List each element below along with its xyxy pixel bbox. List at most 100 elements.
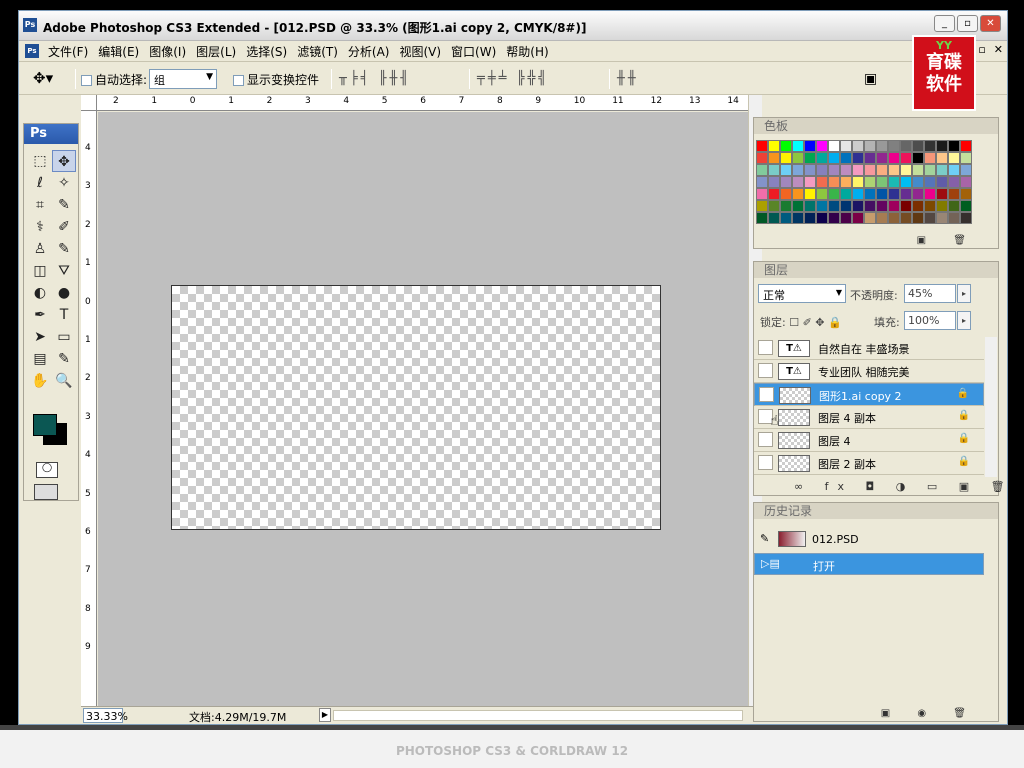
color-swatch[interactable] bbox=[840, 164, 852, 176]
color-swatch[interactable] bbox=[756, 164, 768, 176]
opacity-input[interactable]: 45% ▸ bbox=[904, 284, 971, 303]
color-swatch[interactable] bbox=[960, 164, 972, 176]
eraser-icon[interactable]: ◫ bbox=[28, 260, 52, 282]
color-swatch[interactable] bbox=[816, 200, 828, 212]
color-swatch[interactable] bbox=[864, 188, 876, 200]
stamp-icon[interactable]: ♙ bbox=[28, 238, 52, 260]
color-swatch[interactable] bbox=[780, 152, 792, 164]
color-swatch[interactable] bbox=[888, 188, 900, 200]
color-swatch[interactable] bbox=[804, 188, 816, 200]
dodge-icon[interactable]: ● bbox=[52, 282, 76, 304]
color-swatch[interactable] bbox=[768, 152, 780, 164]
fill-arrow-icon[interactable]: ▸ bbox=[957, 311, 971, 330]
bucket-icon[interactable]: ⛛ bbox=[52, 260, 76, 282]
color-swatch[interactable] bbox=[828, 188, 840, 200]
color-swatch[interactable] bbox=[780, 164, 792, 176]
color-swatch[interactable] bbox=[828, 200, 840, 212]
color-swatch[interactable] bbox=[840, 188, 852, 200]
color-swatch[interactable] bbox=[840, 152, 852, 164]
color-swatch[interactable] bbox=[792, 164, 804, 176]
brush-icon[interactable]: ✐ bbox=[52, 216, 76, 238]
color-swatch[interactable] bbox=[852, 152, 864, 164]
swatches-tab[interactable]: 色板 bbox=[754, 118, 998, 134]
marquee-icon[interactable]: ⬚ bbox=[28, 150, 52, 172]
color-swatch[interactable] bbox=[900, 188, 912, 200]
color-swatch[interactable] bbox=[876, 188, 888, 200]
color-swatch[interactable] bbox=[924, 152, 936, 164]
quick-mask-icon[interactable]: ◯ bbox=[36, 462, 58, 478]
color-swatch[interactable] bbox=[756, 212, 768, 224]
color-swatch[interactable] bbox=[888, 152, 900, 164]
color-swatch[interactable] bbox=[828, 176, 840, 188]
canvas-area[interactable] bbox=[98, 112, 748, 706]
color-swatch[interactable] bbox=[828, 164, 840, 176]
color-swatch[interactable] bbox=[924, 212, 936, 224]
color-swatch[interactable] bbox=[804, 176, 816, 188]
color-swatch[interactable] bbox=[756, 176, 768, 188]
color-swatch[interactable] bbox=[960, 152, 972, 164]
color-swatch[interactable] bbox=[900, 212, 912, 224]
close-button[interactable]: ✕ bbox=[980, 15, 1001, 32]
layer-row[interactable]: 图层 4 🔒 bbox=[754, 429, 984, 452]
menu-window[interactable]: 窗口(W) bbox=[446, 43, 501, 60]
color-swatch[interactable] bbox=[816, 212, 828, 224]
color-swatch[interactable] bbox=[900, 164, 912, 176]
history-footer-icons[interactable]: ▣ ◉ 🗑 bbox=[881, 708, 978, 719]
color-swatch[interactable] bbox=[900, 176, 912, 188]
color-swatch[interactable] bbox=[960, 176, 972, 188]
menu-help[interactable]: 帮助(H) bbox=[501, 43, 553, 60]
color-swatch[interactable] bbox=[936, 200, 948, 212]
color-swatch[interactable] bbox=[792, 188, 804, 200]
color-swatch[interactable] bbox=[912, 164, 924, 176]
color-swatch[interactable] bbox=[792, 200, 804, 212]
layers-tab[interactable]: 图层 bbox=[754, 262, 998, 278]
color-swatch[interactable] bbox=[924, 140, 936, 152]
menu-image[interactable]: 图像(I) bbox=[144, 43, 191, 60]
swatches-footer-icons[interactable]: ▣ 🗑 bbox=[917, 235, 978, 246]
document-canvas[interactable] bbox=[171, 285, 661, 530]
color-swatch[interactable] bbox=[912, 200, 924, 212]
color-swatch[interactable] bbox=[840, 200, 852, 212]
color-swatch[interactable] bbox=[900, 152, 912, 164]
color-swatch[interactable] bbox=[888, 200, 900, 212]
color-swatch[interactable] bbox=[840, 212, 852, 224]
color-swatch[interactable] bbox=[804, 152, 816, 164]
color-swatch[interactable] bbox=[864, 140, 876, 152]
foreground-color[interactable] bbox=[33, 414, 57, 436]
color-swatch[interactable] bbox=[948, 188, 960, 200]
auto-align-icon[interactable]: ╫╫ bbox=[617, 71, 639, 86]
color-swatch[interactable] bbox=[756, 188, 768, 200]
fill-input[interactable]: 100% ▸ bbox=[904, 311, 971, 330]
history-tab[interactable]: 历史记录 bbox=[754, 503, 998, 519]
menu-layer[interactable]: 图层(L) bbox=[191, 43, 241, 60]
restore-button[interactable]: ▫ bbox=[957, 15, 978, 32]
menu-filter[interactable]: 滤镜(T) bbox=[292, 43, 343, 60]
history-snapshot[interactable]: ✎ 012.PSD bbox=[754, 529, 984, 551]
color-swatch[interactable] bbox=[936, 152, 948, 164]
color-swatch[interactable] bbox=[828, 140, 840, 152]
visibility-toggle[interactable] bbox=[758, 363, 773, 378]
color-swatch[interactable] bbox=[804, 164, 816, 176]
history-step[interactable]: ▷▤ 打开 bbox=[754, 553, 984, 575]
color-swatch[interactable] bbox=[900, 200, 912, 212]
color-swatch[interactable] bbox=[768, 164, 780, 176]
color-swatch[interactable] bbox=[792, 176, 804, 188]
color-swatch[interactable] bbox=[876, 140, 888, 152]
color-swatch[interactable] bbox=[756, 200, 768, 212]
color-swatch[interactable] bbox=[876, 164, 888, 176]
show-transform-check-icon[interactable] bbox=[233, 75, 244, 86]
shape-icon[interactable]: ▭ bbox=[52, 326, 76, 348]
path-select-icon[interactable]: ➤ bbox=[28, 326, 52, 348]
color-swatch[interactable] bbox=[864, 176, 876, 188]
color-swatch[interactable] bbox=[864, 200, 876, 212]
color-swatch[interactable] bbox=[876, 152, 888, 164]
color-swatch[interactable] bbox=[948, 200, 960, 212]
menu-edit[interactable]: 编辑(E) bbox=[93, 43, 144, 60]
auto-select-check-icon[interactable] bbox=[81, 75, 92, 86]
color-swatch[interactable] bbox=[924, 176, 936, 188]
color-swatch[interactable] bbox=[852, 212, 864, 224]
color-swatch[interactable] bbox=[888, 140, 900, 152]
color-swatch[interactable] bbox=[924, 188, 936, 200]
color-swatch[interactable] bbox=[768, 140, 780, 152]
color-swatch[interactable] bbox=[948, 176, 960, 188]
